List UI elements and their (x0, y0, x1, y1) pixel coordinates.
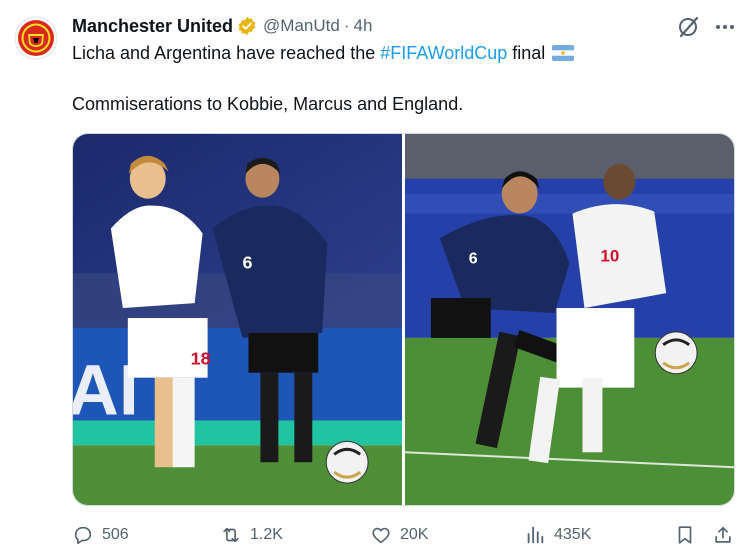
bookmark-button[interactable] (674, 520, 696, 550)
hashtag-link[interactable]: #FIFAWorldCup (380, 43, 507, 63)
share-icon (715, 526, 731, 543)
views-count: 435K (554, 526, 592, 543)
separator: · (343, 16, 350, 35)
tweet-timestamp[interactable]: 4h (354, 16, 373, 36)
tweet-text-line2: Commiserations to Kobbie, Marcus and Eng… (72, 94, 464, 114)
left-england-number: 18 (191, 349, 211, 369)
verified-badge-icon[interactable] (237, 16, 257, 36)
grok-icon[interactable] (676, 14, 702, 40)
photo-right[interactable]: 6 10 (405, 134, 734, 505)
reply-count: 506 (102, 526, 129, 543)
reply-button[interactable]: 506 (72, 520, 129, 550)
tweet-actions: 506 1.2K 20K 435K (72, 520, 742, 550)
tweet-text-line1: Licha and Argentina have reached the #FI… (72, 43, 575, 64)
right-argentina-number: 6 (469, 250, 478, 267)
author-handle[interactable]: @ManUtd (263, 16, 340, 36)
tweet-text-prefix: Licha and Argentina have reached the (72, 43, 381, 63)
author-name[interactable]: Manchester United (72, 16, 233, 37)
share-button[interactable] (712, 520, 734, 550)
bookmark-icon (678, 526, 692, 544)
tweet-header: Manchester United @ManUtd · 4h (72, 14, 372, 38)
views-button[interactable]: 435K (524, 520, 591, 550)
reply-icon (74, 526, 92, 545)
like-count: 20K (400, 526, 429, 543)
more-icon[interactable] (712, 14, 738, 40)
like-button[interactable]: 20K (370, 520, 428, 550)
match-photo-left: AI 18 6 (73, 134, 402, 505)
right-england-number: 10 (600, 246, 619, 265)
retweet-count: 1.2K (250, 526, 283, 543)
match-photo-right: 6 10 (405, 134, 734, 505)
views-icon (527, 526, 544, 544)
man-utd-crest-icon (14, 16, 58, 60)
photo-left[interactable]: AI 18 6 (73, 134, 402, 505)
retweet-button[interactable]: 1.2K (220, 520, 283, 550)
retweet-icon (223, 527, 239, 543)
avatar[interactable] (14, 16, 58, 60)
tweet-text-suffix: final (507, 43, 546, 63)
like-icon (372, 527, 390, 544)
argentina-flag-icon (552, 45, 575, 61)
left-argentina-number: 6 (242, 252, 252, 272)
tweet-media[interactable]: AI 18 6 6 10 (72, 133, 735, 506)
